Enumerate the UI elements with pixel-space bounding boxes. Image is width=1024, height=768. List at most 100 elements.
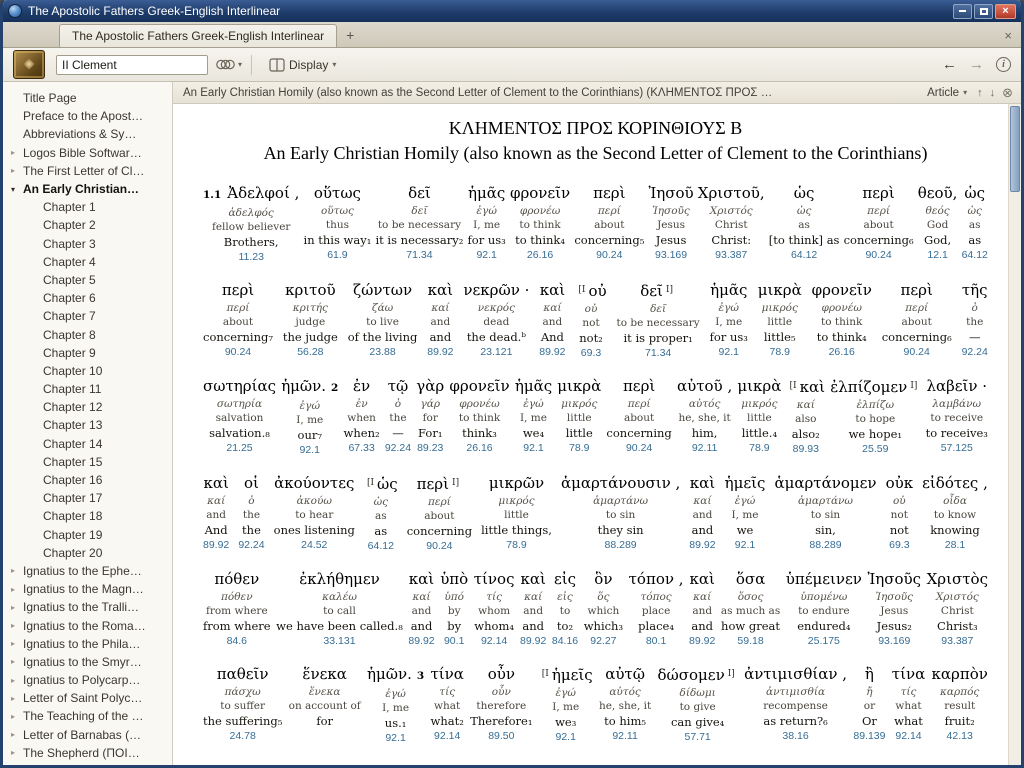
- interlinear-word[interactable]: δεῖ δεῖ to be necessary it is necessary₂ 71.…: [373, 182, 465, 264]
- interlinear-word[interactable]: τίνος τίς whom whom₄ 92.14: [472, 568, 517, 648]
- back-button[interactable]: ←: [942, 56, 957, 73]
- louw-nida-number[interactable]: 64.12: [769, 248, 840, 262]
- interlinear-word[interactable]: φρονεῖν φρονέω to think to think₄ 26.16: [810, 279, 874, 360]
- louw-nida-number[interactable]: 78.9: [557, 441, 601, 455]
- interlinear-word[interactable]: ἢ ἤ or Or 89.139: [851, 663, 887, 745]
- louw-nida-number[interactable]: 90.24: [606, 441, 671, 455]
- parallel-resources-button[interactable]: ▾: [216, 58, 242, 71]
- sidebar-item[interactable]: Chapter 17: [3, 489, 172, 507]
- tree-expand-icon[interactable]: ▸: [11, 566, 23, 575]
- interlinear-word[interactable]: καὶ καί and and 89.92: [425, 279, 455, 360]
- tree-expand-icon[interactable]: ▸: [11, 657, 23, 666]
- sidebar-item[interactable]: Chapter 12: [3, 398, 172, 416]
- sidebar-item[interactable]: Chapter 18: [3, 507, 172, 525]
- interlinear-word[interactable]: μικρῶν μικρός little little things, 78.9: [479, 472, 554, 553]
- interlinear-word[interactable]: τίνα τίς what what₂ 92.14: [428, 663, 465, 745]
- sidebar-item[interactable]: ▸ Ignatius to the Roma…: [3, 616, 172, 634]
- interlinear-word[interactable]: ἡμεῖς ἐγώ I, me we 92.1: [723, 472, 768, 553]
- interlinear-word[interactable]: τῷ ὁ the —92.24: [383, 375, 413, 457]
- sidebar-item[interactable]: Chapter 1: [3, 198, 172, 216]
- louw-nida-number[interactable]: 57.125: [926, 441, 988, 455]
- interlinear-word[interactable]: περὶ περί about concerning₇ 90.24: [201, 279, 275, 360]
- sidebar-item[interactable]: Chapter 19: [3, 526, 172, 544]
- louw-nida-number[interactable]: 84.6: [203, 634, 271, 648]
- sidebar-item[interactable]: ▸ Ignatius to the Tralli…: [3, 598, 172, 616]
- interlinear-word[interactable]: οὖν οὖν therefore Therefore₁ 89.50: [468, 663, 534, 745]
- louw-nida-number[interactable]: 78.9: [737, 441, 781, 455]
- columns-view-button[interactable]: [269, 57, 285, 72]
- louw-nida-number[interactable]: 89.92: [539, 345, 565, 359]
- sidebar-item[interactable]: ▸ Ignatius to the Smyr…: [3, 653, 172, 671]
- sidebar-item[interactable]: ▸ Ignatius to the Magn…: [3, 580, 172, 598]
- tree-expand-icon[interactable]: ▸: [11, 730, 23, 739]
- previous-article-button[interactable]: ↑: [977, 87, 983, 99]
- louw-nida-number[interactable]: 64.12: [364, 539, 398, 553]
- sidebar-item[interactable]: ▸ Logos Bible Softwar…: [3, 144, 172, 162]
- interlinear-word[interactable]: εἰδότες , οἶδα to know knowing 28.1: [920, 472, 990, 553]
- interlinear-word[interactable]: οὐκ οὐ not not 69.3: [884, 472, 916, 553]
- interlinear-word[interactable]: καὶ καί and and 89.92: [687, 472, 717, 553]
- interlinear-word[interactable]: περὶ περί about concerning₆ 90.24: [880, 279, 954, 360]
- sidebar-item[interactable]: ▾ An Early Christian…: [3, 180, 172, 198]
- louw-nida-number[interactable]: 84.16: [552, 634, 578, 648]
- minimize-button[interactable]: [953, 3, 972, 19]
- louw-nida-number[interactable]: 90.1: [440, 634, 468, 648]
- interlinear-word[interactable]: περὶ περί about concerning 90.24: [604, 375, 673, 457]
- louw-nida-number[interactable]: 92.14: [474, 634, 515, 648]
- interlinear-word[interactable]: ὃν ὅς which which₃ 92.27: [582, 568, 625, 648]
- louw-nida-number[interactable]: 90.24: [882, 345, 952, 359]
- sidebar-item[interactable]: Abbreviations & Sy…: [3, 125, 172, 143]
- sidebar-item[interactable]: Chapter 11: [3, 380, 172, 398]
- sidebar-item[interactable]: ▸ Ignatius to the Ephe…: [3, 562, 172, 580]
- interlinear-word[interactable]: [I ὡς ὡς as as 64.12: [362, 472, 400, 553]
- louw-nida-number[interactable]: 57.71: [658, 730, 738, 744]
- sidebar-item[interactable]: Chapter 14: [3, 435, 172, 453]
- interlinear-word[interactable]: περὶ I] περί about concerning 90.24: [405, 472, 474, 553]
- interlinear-word[interactable]: πόθεν πόθεν from where from where 84.6: [201, 568, 273, 648]
- louw-nida-number[interactable]: 93.169: [867, 634, 921, 648]
- close-button[interactable]: ×: [995, 3, 1016, 19]
- sidebar-item[interactable]: ▸ The Shepherd (ΠΟΙ…: [3, 744, 172, 762]
- louw-nida-number[interactable]: 89.92: [408, 634, 434, 648]
- louw-nida-number[interactable]: 28.1: [922, 538, 988, 552]
- louw-nida-number[interactable]: 90.24: [844, 248, 914, 262]
- sidebar-item[interactable]: ▸ The First Letter of Cl…: [3, 162, 172, 180]
- louw-nida-number[interactable]: 78.9: [481, 538, 552, 552]
- louw-nida-number[interactable]: 26.16: [510, 248, 570, 262]
- interlinear-word[interactable]: εἰς εἰς to to₂ 84.16: [550, 568, 580, 648]
- sidebar-item[interactable]: Chapter 2: [3, 216, 172, 234]
- tree-expand-icon[interactable]: ▸: [11, 166, 23, 175]
- sidebar-item[interactable]: Chapter 10: [3, 362, 172, 380]
- article-menu-button[interactable]: Article ▾: [927, 87, 967, 99]
- sidebar-item[interactable]: Preface to the Apost…: [3, 107, 172, 125]
- louw-nida-number[interactable]: 89.92: [689, 634, 715, 648]
- interlinear-word[interactable]: νεκρῶν · νεκρός dead the dead.ᵇ 23.121: [461, 279, 531, 360]
- interlinear-word[interactable]: τόπον , τόπος place place₄ 80.1: [627, 568, 686, 648]
- louw-nida-number[interactable]: 25.175: [786, 634, 862, 648]
- interlinear-word[interactable]: ἕνεκα ἕνεκα on account of for: [287, 663, 363, 745]
- interlinear-word[interactable]: καὶ καί and and 89.92: [518, 568, 548, 648]
- new-tab-button[interactable]: +: [346, 27, 354, 43]
- interlinear-word[interactable]: αὐτοῦ , αὐτός he, she, it him, 92.11: [675, 375, 734, 457]
- louw-nida-number[interactable]: 67.33: [344, 441, 380, 455]
- louw-nida-number[interactable]: 93.387: [698, 248, 765, 262]
- sidebar-item[interactable]: Chapter 7: [3, 307, 172, 325]
- tree-expand-icon[interactable]: ▸: [11, 694, 23, 703]
- louw-nida-number[interactable]: 93.169: [648, 248, 693, 262]
- interlinear-word[interactable]: οὕτως οὕτως thus in this way₁ 61.9: [302, 182, 374, 264]
- louw-nida-number[interactable]: 71.34: [617, 346, 700, 360]
- tree-collapse-icon[interactable]: ▾: [11, 185, 23, 194]
- interlinear-word[interactable]: 1.1 Ἀδελφοί , ἀδελφός fellow believer Brothe…: [201, 182, 301, 264]
- louw-nida-number[interactable]: 89.92: [427, 345, 453, 359]
- interlinear-word[interactable]: σωτηρίας σωτηρία salvation salvation.₈ 21.25: [201, 375, 278, 457]
- louw-nida-number[interactable]: 24.78: [203, 729, 282, 743]
- louw-nida-number[interactable]: 71.34: [375, 248, 463, 262]
- interlinear-word[interactable]: ζώντων ζάω to live of the living 23.88: [346, 279, 420, 360]
- maximize-button[interactable]: [974, 3, 993, 19]
- locator-close-icon[interactable]: ⊗: [1002, 85, 1013, 101]
- louw-nida-number[interactable]: 26.16: [812, 345, 872, 359]
- louw-nida-number[interactable]: 90.24: [407, 539, 472, 553]
- sidebar-item[interactable]: ▸ Ignatius to Polycarp…: [3, 671, 172, 689]
- louw-nida-number[interactable]: 92.1: [710, 345, 748, 359]
- louw-nida-number[interactable]: 61.9: [304, 248, 372, 262]
